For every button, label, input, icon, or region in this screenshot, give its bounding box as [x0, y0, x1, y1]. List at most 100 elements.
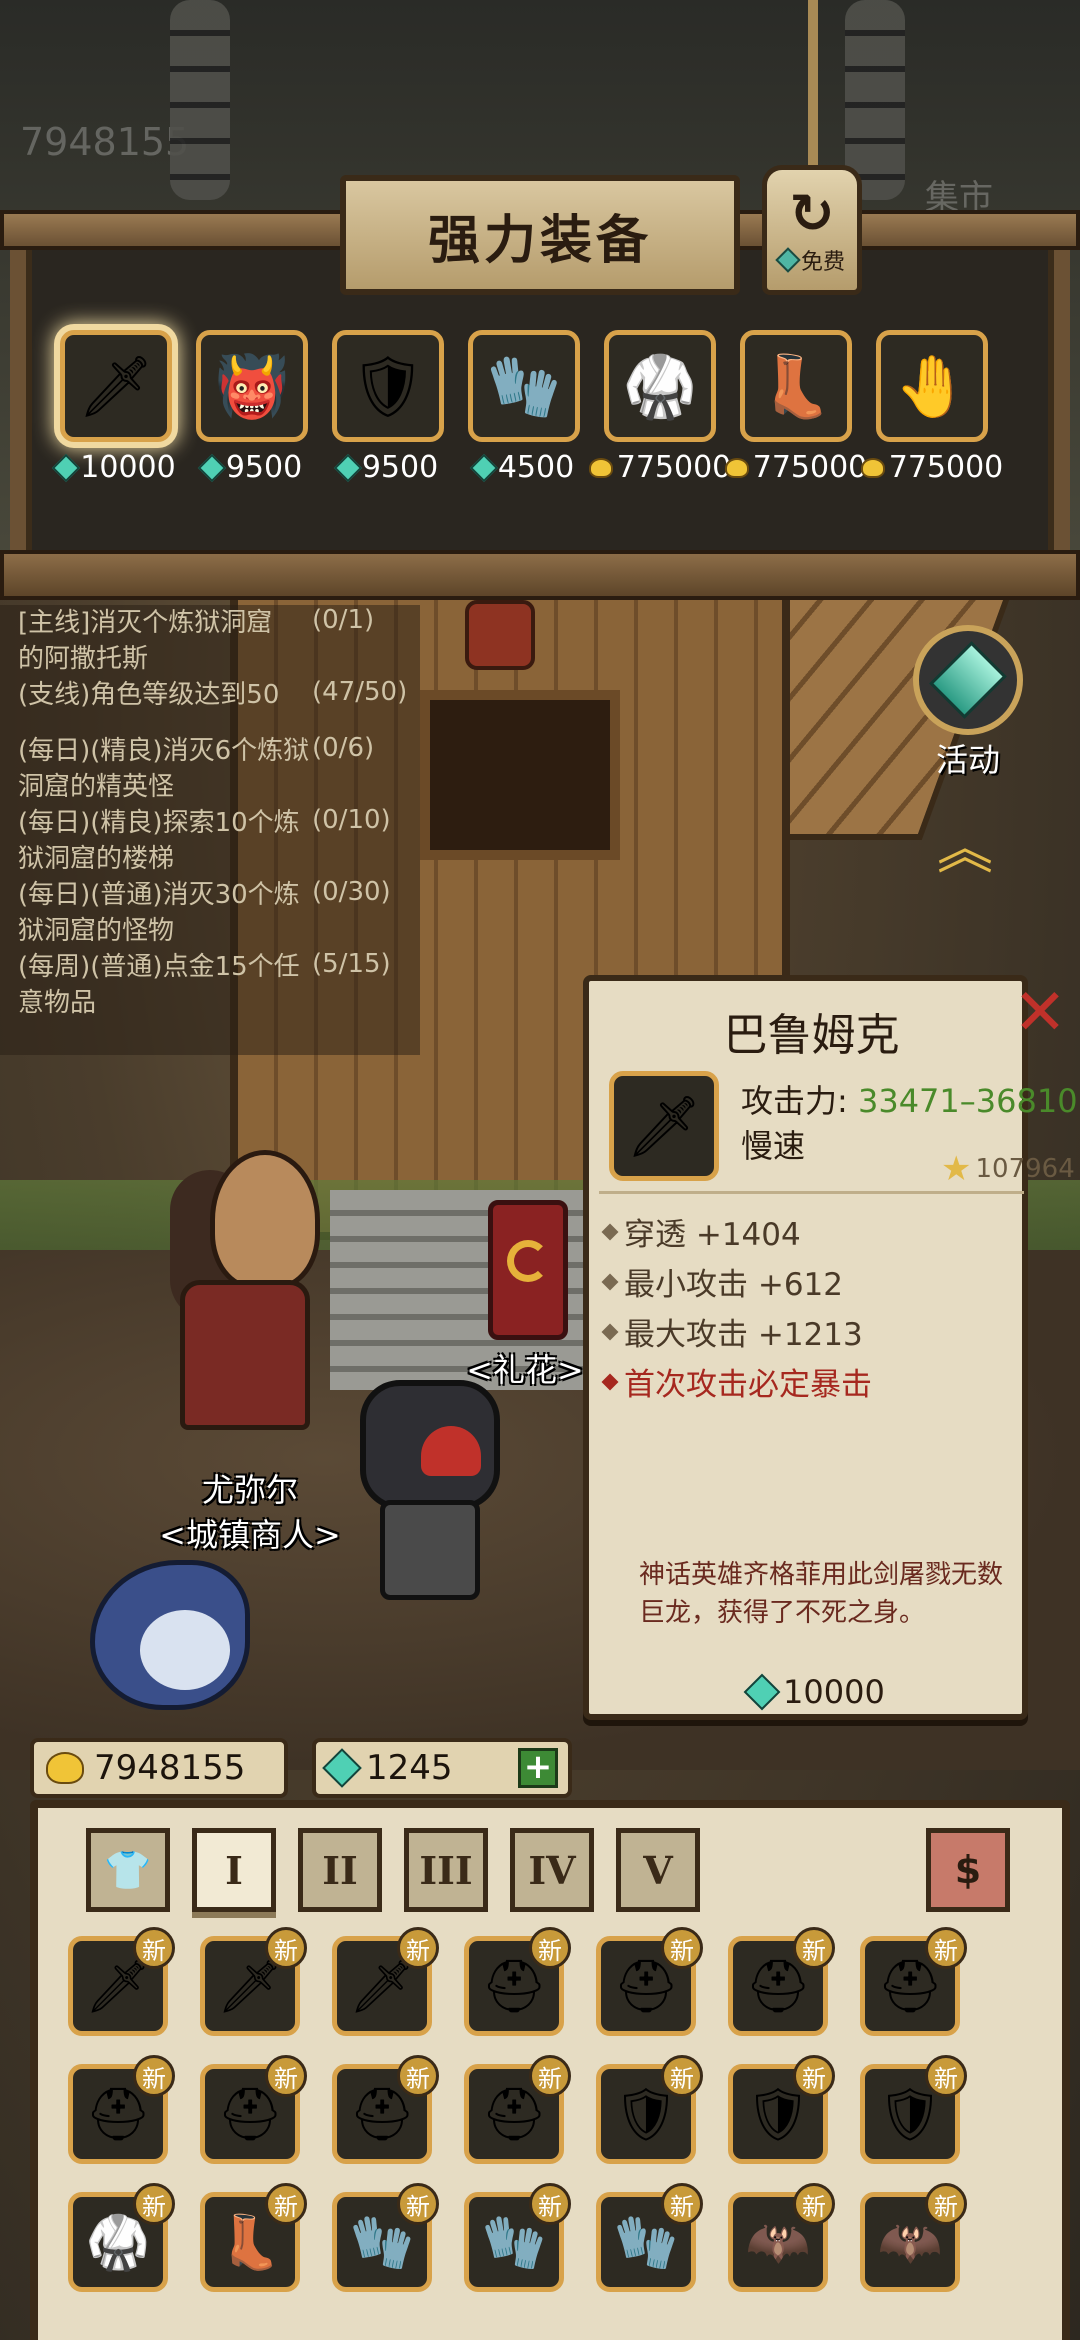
new-badge: 新: [397, 2055, 439, 2097]
shop-item[interactable]: 🥋 775000: [588, 330, 731, 530]
quest-text[interactable]: (支线)角色等级达到50: [18, 677, 279, 713]
unknown-helmet-icon[interactable]: ⛑ 新: [860, 1927, 967, 2036]
quest-list[interactable]: [主线]消灭个炼狱洞窟 的阿撒托斯 (0/1) (支线)角色等级达到50 (47/50)…: [0, 605, 420, 1055]
bat-amulet-icon[interactable]: 🦇 新: [728, 2183, 835, 2292]
red-glove-icon[interactable]: 🧤 新: [596, 2183, 703, 2292]
red-glove-icon[interactable]: 🧤 新: [464, 2183, 571, 2292]
unknown-helmet-icon[interactable]: ⛑ 新: [464, 2055, 571, 2164]
new-badge: 新: [529, 1927, 571, 1969]
shop-item[interactable]: 👢 775000: [724, 330, 867, 530]
divider: [599, 1191, 1024, 1194]
refresh-button[interactable]: ↻ 免费: [762, 165, 862, 295]
tab-tier-5[interactable]: V: [616, 1828, 700, 1912]
bat-amulet-icon[interactable]: 🦇 新: [860, 2183, 967, 2292]
curved-dagger-icon[interactable]: 🗡 新: [200, 1927, 307, 2036]
merchant-npc[interactable]: [160, 1150, 330, 1450]
shop-item-price: 9500: [197, 450, 302, 485]
quest-progress: (0/1): [312, 605, 375, 635]
shop-title: 强力装备: [340, 175, 740, 295]
quest-text[interactable]: (每日)(普通)消灭30个炼 狱洞窟的怪物: [18, 877, 300, 949]
unknown-helmet-icon[interactable]: ⛑ 新: [68, 2055, 175, 2164]
new-badge: 新: [793, 2183, 835, 2225]
shop-item-price: 10000: [52, 450, 176, 485]
quest-text[interactable]: (每周)(普通)点金15个任 意物品: [18, 949, 300, 1021]
unknown-helmet-icon[interactable]: ⛑ 新: [596, 1927, 703, 2036]
curved-dagger-icon[interactable]: 🗡 新: [68, 1927, 175, 2036]
unknown-helmet-icon[interactable]: ⛑ 新: [728, 1927, 835, 2036]
red-chest-armor-icon[interactable]: 🥋 新: [68, 2183, 175, 2292]
new-badge: 新: [133, 2055, 175, 2097]
attack-speed: 慢速: [741, 1127, 806, 1165]
quest-progress: (0/6): [312, 733, 375, 763]
refresh-free-label: 免费: [800, 250, 845, 275]
new-badge: 新: [793, 2055, 835, 2097]
merchant-name: 尤弥尔: [201, 1471, 298, 1509]
dark-armor-icon[interactable]: 🛡 新: [728, 2055, 835, 2164]
unknown-helmet-icon[interactable]: ⛑ 新: [200, 2055, 307, 2164]
curved-dagger-icon[interactable]: 🗡 新: [332, 1927, 439, 2036]
blue-pet-character[interactable]: [70, 1540, 270, 1720]
tab-tier-2[interactable]: II: [298, 1828, 382, 1912]
tab-tier-1[interactable]: I: [192, 1828, 276, 1912]
quest-text[interactable]: [主线]消灭个炼狱洞窟 的阿撒托斯: [18, 605, 272, 677]
activity-button[interactable]: 活动: [898, 625, 1038, 795]
gift-firework-npc[interactable]: [488, 1200, 568, 1340]
tab-all[interactable]: 👕: [86, 1828, 170, 1912]
gem-icon: [52, 453, 81, 482]
red-glove-icon[interactable]: 🧤 新: [332, 2183, 439, 2292]
new-badge: 新: [661, 2055, 703, 2097]
add-gems-button[interactable]: +: [518, 1748, 558, 1788]
shop-item[interactable]: 🤚 775000: [860, 330, 1003, 530]
gem-icon: [775, 247, 801, 273]
equipment-shop-panel: 强力装备 ↻ 免费 🗡 10000 👹 9500 🛡 9500 🧤 4500 🥋 775000 👢 7…: [0, 165, 1080, 605]
new-badge: 新: [133, 2183, 175, 2225]
quest-text[interactable]: (每日)(精良)探索10个炼 狱洞窟的楼梯: [18, 805, 300, 877]
new-badge: 新: [661, 2183, 703, 2225]
gold-icon: [588, 457, 613, 478]
sell-button[interactable]: $: [926, 1828, 1010, 1912]
dark-armor-icon[interactable]: 🛡 新: [860, 2055, 967, 2164]
special-effect: 首次攻击必定暴击: [601, 1359, 872, 1404]
item-name: 巴鲁姆克: [723, 1010, 900, 1061]
quest-text[interactable]: (每日)(精良)消灭6个炼狱 洞窟的精英怪: [18, 733, 309, 805]
dark-boots-icon[interactable]: 👢 新: [200, 2183, 307, 2292]
tab-tier-4[interactable]: IV: [510, 1828, 594, 1912]
shop-item[interactable]: 🛡 9500: [332, 330, 444, 530]
bullet-icon: [601, 1373, 619, 1390]
sword-icon[interactable]: 🗡: [60, 330, 172, 442]
plate-boots-icon[interactable]: 👢: [740, 330, 852, 442]
unknown-helmet-icon[interactable]: ⛑ 新: [464, 1927, 571, 2036]
demon-helmet-icon[interactable]: 👹: [196, 330, 308, 442]
game-screen: 7948155 集市 尤弥尔 <城镇商人> <礼花> [主线]消灭个炼狱洞窟 的阿…: [0, 0, 1080, 2340]
inventory-grid: 🗡 新 🗡 新 🗡 新 ⛑ 新 ⛑ 新 ⛑ 新 ⛑ 新 ⛑ 新 ⛑ 新 ⛑ 新 ⛑ 新 🛡 新 🛡 新 🛡 新 🥋 新 👢 新 🧤 新 🧤 新 🧤 新 🦇 新…: [68, 1927, 967, 2292]
chevron-up-icon[interactable]: ︽: [925, 822, 1005, 880]
stat-line: 最大攻击 +1213: [601, 1309, 863, 1354]
shop-item[interactable]: 🗡 10000: [52, 330, 176, 530]
item-lore: 神话英雄齐格菲用此剑屠戮无数巨龙，获得了不死之身。: [639, 1560, 1004, 1628]
quest-progress: (0/10): [312, 805, 391, 835]
shop-item-price: 775000: [724, 450, 867, 485]
dark-armor-icon[interactable]: 🛡 新: [596, 2055, 703, 2164]
shop-item[interactable]: 👹 9500: [196, 330, 308, 530]
fur-gauntlet-icon[interactable]: 🧤: [468, 330, 580, 442]
gem-icon: [333, 453, 362, 482]
tribal-mask-decoration: [465, 600, 535, 670]
plate-gauntlet-icon[interactable]: 🤚: [876, 330, 988, 442]
dark-armor-icon[interactable]: 🛡: [332, 330, 444, 442]
shop-item-price: 4500: [469, 450, 574, 485]
gem-icon: [322, 1748, 362, 1788]
shop-item-price: 775000: [588, 450, 731, 485]
crystal-icon: [929, 641, 1007, 719]
sell-icon: $: [954, 1848, 982, 1892]
plate-armor-icon[interactable]: 🥋: [604, 330, 716, 442]
close-icon[interactable]: ✕: [1010, 981, 1070, 1045]
quest-progress: (0/30): [312, 877, 391, 907]
new-badge: 新: [793, 1927, 835, 1969]
shop-item-price: 9500: [333, 450, 438, 485]
stat-line: 穿透 +1404: [601, 1209, 801, 1254]
player-knight[interactable]: [340, 1380, 520, 1610]
tab-tier-3[interactable]: III: [404, 1828, 488, 1912]
unknown-helmet-icon[interactable]: ⛑ 新: [332, 2055, 439, 2164]
bullet-icon: [601, 1223, 619, 1240]
shop-item[interactable]: 🧤 4500: [468, 330, 580, 530]
